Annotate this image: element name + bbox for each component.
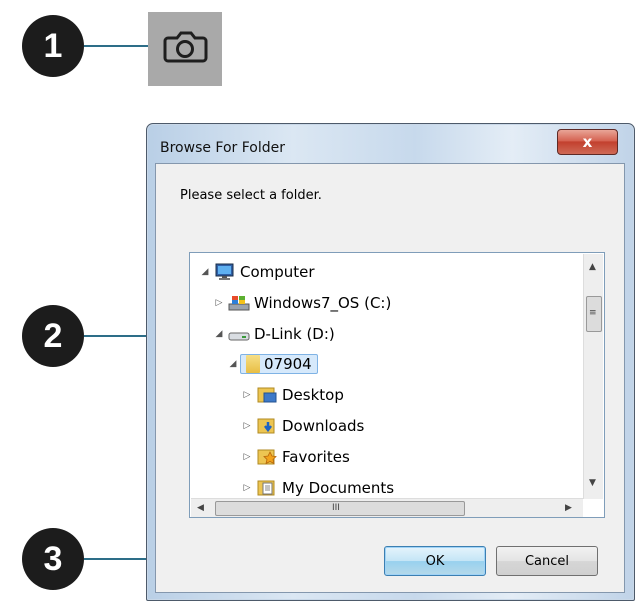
dialog-prompt: Please select a folder.	[180, 188, 322, 203]
tree-item-desktop[interactable]: ▷ Desktop	[240, 382, 344, 408]
collapse-arrow-icon[interactable]: ◢	[212, 329, 226, 339]
cancel-button[interactable]: Cancel	[496, 546, 598, 576]
dialog-title: Browse For Folder	[160, 140, 286, 156]
tree-item-07904[interactable]: ◢ 07904	[226, 351, 318, 377]
tree-item-label: Computer	[240, 263, 315, 281]
horizontal-scrollbar[interactable]: ◀ III ▶	[191, 498, 583, 517]
grip-icon: III	[332, 503, 340, 513]
tree-item-d-link[interactable]: ◢ D-Link (D:)	[212, 321, 335, 347]
tree-item-label: Favorites	[282, 448, 350, 466]
removable-drive-icon	[228, 332, 250, 341]
callout-1-leader	[84, 45, 148, 47]
tree-item-label: Windows7_OS (C:)	[254, 294, 392, 312]
drive-c-icon	[228, 296, 250, 311]
expand-arrow-icon[interactable]: ▷	[240, 390, 254, 400]
favorites-folder-icon	[257, 449, 277, 465]
camera-icon	[163, 31, 208, 63]
scroll-down-icon[interactable]: ▼	[589, 478, 596, 488]
expand-arrow-icon[interactable]: ▷	[240, 483, 254, 493]
close-icon: x	[582, 133, 593, 151]
ok-button[interactable]: OK	[384, 546, 486, 576]
tree-item-label: Desktop	[282, 386, 344, 404]
close-button[interactable]: x	[557, 129, 618, 155]
tree-item-computer[interactable]: ◢ Computer	[198, 259, 315, 285]
vertical-scroll-thumb[interactable]: ≡	[586, 296, 602, 332]
folder-icon	[246, 355, 260, 373]
computer-icon	[215, 263, 234, 280]
tree-item-downloads[interactable]: ▷ Downloads	[240, 413, 365, 439]
callout-2: 2	[22, 305, 84, 367]
selected-folder[interactable]: 07904	[240, 354, 318, 374]
tree-item-windows7-os[interactable]: ▷ Windows7_OS (C:)	[212, 290, 392, 316]
downloads-folder-icon	[257, 418, 275, 434]
collapse-arrow-icon[interactable]: ◢	[198, 267, 212, 277]
tree-item-label: 07904	[264, 355, 312, 373]
callout-1: 1	[22, 15, 84, 77]
tree-item-label: My Documents	[282, 479, 395, 497]
folder-tree[interactable]: ◢ Computer ▷ Windows7_OS (C:) ◢ D-Link (…	[189, 252, 605, 518]
tree-item-label: D-Link (D:)	[254, 325, 335, 343]
collapse-arrow-icon[interactable]: ◢	[226, 359, 240, 369]
camera-button[interactable]	[148, 12, 222, 86]
grip-icon: ≡	[589, 308, 597, 318]
tree-item-favorites[interactable]: ▷ Favorites	[240, 444, 350, 470]
vertical-scrollbar[interactable]: ▲ ≡ ▼	[583, 254, 603, 499]
scroll-right-icon[interactable]: ▶	[565, 503, 572, 513]
callout-2-leader	[84, 335, 150, 337]
scroll-up-icon[interactable]: ▲	[589, 262, 596, 272]
horizontal-scroll-thumb[interactable]: III	[215, 501, 465, 516]
expand-arrow-icon[interactable]: ▷	[212, 298, 226, 308]
documents-folder-icon	[257, 480, 275, 496]
desktop-folder-icon	[257, 387, 277, 403]
expand-arrow-icon[interactable]: ▷	[240, 452, 254, 462]
expand-arrow-icon[interactable]: ▷	[240, 421, 254, 431]
tree-item-label: Downloads	[282, 417, 365, 435]
scroll-left-icon[interactable]: ◀	[197, 503, 204, 513]
callout-3: 3	[22, 528, 84, 590]
